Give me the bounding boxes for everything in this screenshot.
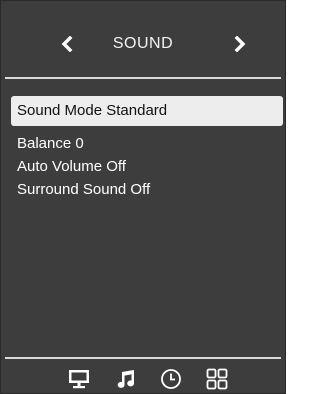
picture-category-button[interactable] (67, 367, 91, 391)
menu-item-label: Balance (17, 135, 72, 152)
menu-item-surround-sound[interactable]: Surround Sound Off (11, 179, 285, 201)
menu-header: SOUND (1, 1, 285, 79)
menu-item-value: Off (130, 181, 151, 198)
category-bar (1, 361, 285, 393)
time-category-button[interactable] (159, 367, 183, 391)
music-note-icon (117, 370, 135, 388)
menu-item-balance[interactable]: Balance 0 (11, 133, 285, 155)
monitor-icon (69, 370, 89, 389)
menu-item-label: Sound Mode (17, 102, 103, 119)
menu-item-value: 0 (75, 135, 84, 152)
menu-item-value: Off (106, 158, 126, 175)
sound-menu-panel: SOUND Sound Mode Standard Balance 0 Auto… (0, 0, 286, 394)
grid-icon (206, 368, 228, 390)
menu-item-sound-mode[interactable]: Sound Mode Standard (11, 96, 283, 126)
sound-category-button[interactable] (114, 367, 138, 391)
clock-icon (161, 369, 181, 389)
setup-category-button[interactable] (205, 367, 229, 391)
sound-settings-list: Sound Mode Standard Balance 0 Auto Volum… (11, 96, 285, 202)
menu-item-auto-volume[interactable]: Auto Volume Off (11, 156, 285, 178)
menu-item-label: Auto Volume (17, 158, 103, 175)
menu-item-value: Standard (106, 102, 168, 119)
footer-divider (5, 357, 281, 359)
chevron-right-icon (234, 36, 246, 52)
menu-item-label: Surround Sound (17, 181, 127, 198)
next-menu-button[interactable] (230, 33, 250, 55)
header-divider (5, 77, 281, 79)
